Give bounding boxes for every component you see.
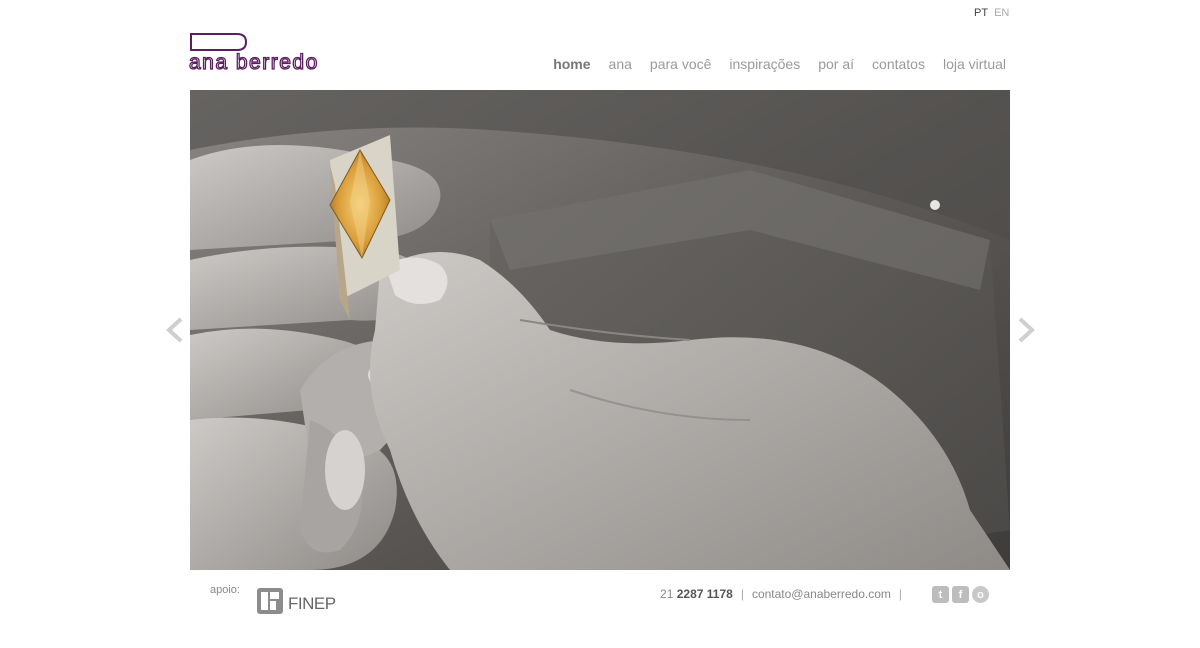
- facebook-icon[interactable]: f: [952, 586, 969, 603]
- nav-para-voce[interactable]: para você: [650, 56, 711, 72]
- support-label: apoio:: [210, 584, 240, 596]
- orkut-icon[interactable]: o: [972, 586, 989, 603]
- nav-inspiracoes[interactable]: inspirações: [729, 56, 800, 72]
- social-links: t f o: [932, 586, 989, 603]
- twitter-icon[interactable]: t: [932, 586, 949, 603]
- contact-info: 21 2287 1178 | contato@anaberredo.com |: [660, 587, 910, 601]
- nav-home[interactable]: home: [553, 56, 590, 72]
- prev-slide-arrow-icon[interactable]: [163, 316, 187, 344]
- phone-prefix: 21: [660, 587, 674, 601]
- finep-wordmark: FINEP: [288, 594, 336, 613]
- finep-logo[interactable]: FINEP: [255, 586, 336, 616]
- phone-number: 2287 1178: [676, 587, 733, 601]
- finep-mark-icon: [257, 588, 283, 614]
- separator: |: [898, 587, 902, 601]
- nav-contatos[interactable]: contatos: [872, 56, 925, 72]
- hero-slideshow-image: [190, 90, 1010, 570]
- nav-por-ai[interactable]: por aí: [818, 56, 854, 72]
- language-switch: PT EN: [974, 7, 1015, 19]
- next-slide-arrow-icon[interactable]: [1014, 316, 1038, 344]
- main-nav: home ana para você inspirações por aí co…: [535, 56, 1006, 72]
- nav-loja-virtual[interactable]: loja virtual: [943, 56, 1006, 72]
- lang-en-link[interactable]: EN: [994, 7, 1009, 19]
- brand-name: ana berredo: [189, 51, 319, 72]
- brand-logo[interactable]: ana berredo: [189, 30, 395, 72]
- lang-pt-link[interactable]: PT: [974, 7, 988, 19]
- nav-ana[interactable]: ana: [609, 56, 632, 72]
- email-link[interactable]: contato@anaberredo.com: [752, 587, 891, 601]
- separator: |: [740, 587, 744, 601]
